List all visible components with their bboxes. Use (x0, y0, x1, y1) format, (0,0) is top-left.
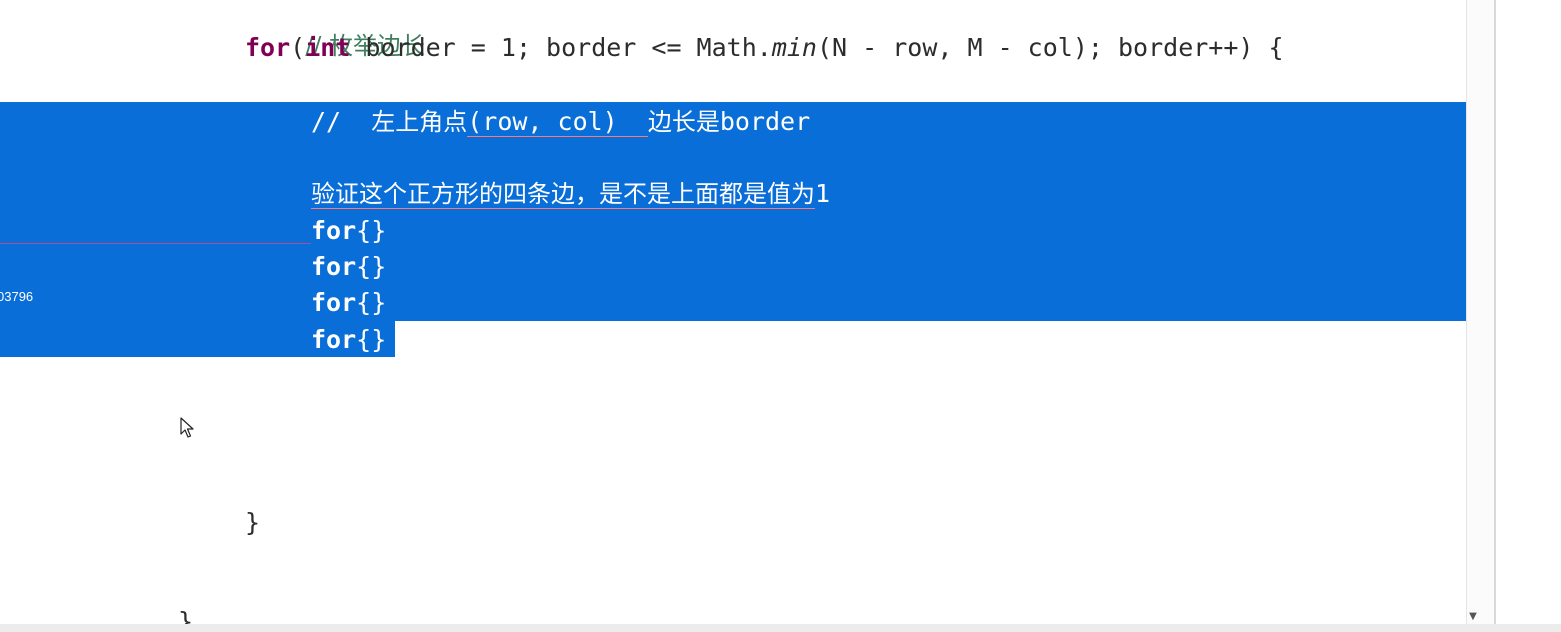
inner-for-keyword: for (311, 252, 357, 281)
inner-for-keyword: for (311, 288, 357, 317)
inner-for-keyword: for (311, 216, 357, 245)
comment-prefix: // (311, 107, 372, 136)
verify-text: 验证这个正方形的四条边，是不是上面都是值为 (311, 180, 815, 209)
inner-for-keyword: for (311, 325, 357, 354)
inner-for-braces: {} (356, 288, 387, 317)
verify-one: 1 (815, 179, 831, 208)
code-line-close-brace[interactable]: } (245, 505, 260, 541)
for-condition-part1: border = 1; border <= Math. (350, 33, 772, 62)
keyword-int: int (305, 33, 351, 62)
comment-border-word: border (719, 107, 811, 136)
vertical-scrollbar[interactable] (1466, 0, 1496, 632)
comment-border-cjk: 边长是 (647, 108, 720, 136)
code-line-comment-corner[interactable]: // 左上角点(row, col) 边长是border (311, 104, 810, 140)
code-line-inner-for-1[interactable]: for{} (311, 213, 386, 249)
chevron-down-icon[interactable]: ▼ (1466, 611, 1480, 622)
comment-corner-code: (row, col) (467, 107, 648, 137)
code-line-inner-for-3[interactable]: for{} (311, 285, 386, 321)
code-line-for-border[interactable]: for(int border = 1; border <= Math.min(N… (245, 30, 1284, 66)
code-line-inner-for-2[interactable]: for{} (311, 249, 386, 285)
for-open-paren: ( (290, 33, 306, 62)
code-line-verify[interactable]: 验证这个正方形的四条边，是不是上面都是值为1 (311, 176, 830, 212)
code-editor[interactable]: 03796 // 枚举边长 for(int border = 1; border… (0, 0, 1466, 632)
right-side-panel (1496, 0, 1561, 632)
code-line-inner-for-4[interactable]: for{} (311, 322, 386, 358)
close-brace: } (245, 508, 261, 537)
for-condition-part2: (N - row, M - col); border++) { (816, 33, 1284, 62)
gutter-line-number: 03796 (0, 289, 34, 304)
inner-for-braces: {} (356, 252, 387, 281)
comment-corner-cjk: 左上角点 (371, 108, 468, 136)
keyword-for: for (245, 33, 291, 62)
mouse-pointer-icon (180, 417, 196, 443)
breakpoint-marker-line (0, 243, 311, 244)
inner-for-braces: {} (356, 325, 387, 354)
method-min: min (771, 33, 817, 62)
inner-for-braces: {} (356, 216, 387, 245)
horizontal-scrollbar[interactable] (0, 624, 1561, 632)
